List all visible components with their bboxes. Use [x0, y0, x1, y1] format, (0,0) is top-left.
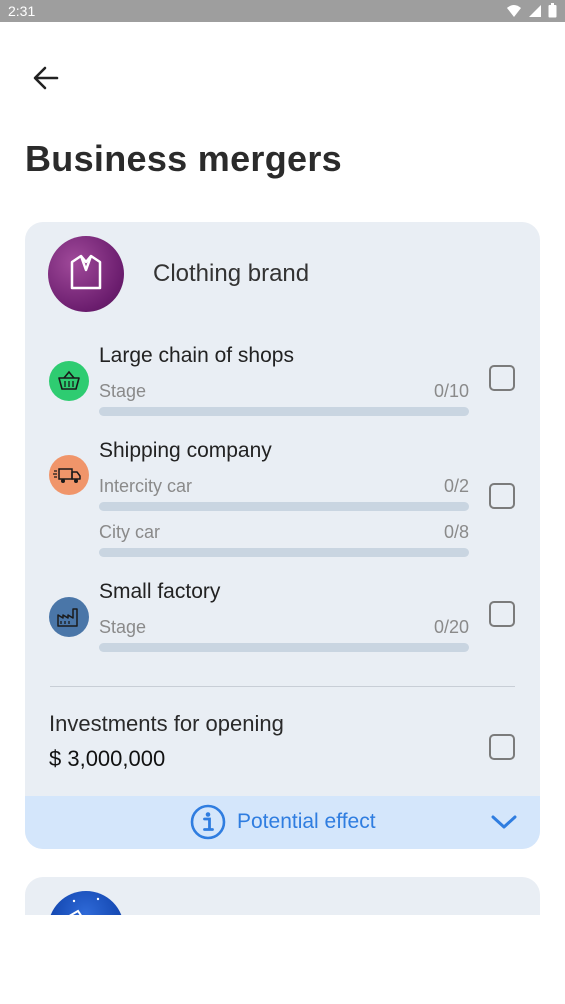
checkbox-small-factory[interactable] — [489, 601, 515, 627]
progress-bar-factory — [99, 643, 469, 652]
progress-bar — [99, 407, 469, 416]
stage-value-intercity: 0/2 — [443, 476, 469, 496]
factory-icon — [49, 597, 89, 637]
progress-bar-city — [99, 548, 469, 557]
merger-card: Clothing brand Large chain of shops Stag… — [25, 222, 540, 849]
rocket-icon — [68, 897, 100, 915]
battery-icon — [548, 3, 557, 18]
potential-effect-label: Potential effect — [237, 810, 376, 833]
info-icon — [190, 804, 226, 840]
stage-label-intercity: Intercity car — [99, 476, 193, 496]
brand-logo-next — [48, 891, 124, 915]
status-time: 2:31 — [8, 3, 36, 19]
row-title-small-factory: Small factory — [99, 580, 221, 603]
divider — [50, 686, 515, 687]
brand-logo — [48, 236, 124, 312]
row-title-shipping: Shipping company — [99, 439, 272, 462]
stage-value-factory: 0/20 — [433, 617, 469, 637]
card-name: Clothing brand — [153, 260, 310, 287]
truck-icon — [49, 455, 89, 495]
signal-icon — [529, 4, 541, 17]
investments-value: $ 3,000,000 — [49, 746, 166, 771]
stage-label: Stage — [99, 381, 147, 401]
stage-label-city: City car — [99, 522, 161, 542]
shirt-icon — [70, 254, 102, 290]
progress-bar-intercity — [99, 502, 469, 511]
back-arrow-icon[interactable] — [30, 62, 62, 94]
basket-icon — [49, 361, 89, 401]
status-bar: 2:31 — [0, 0, 565, 22]
wifi-icon — [507, 4, 521, 17]
chevron-down-icon[interactable] — [491, 812, 517, 832]
status-icons — [506, 3, 557, 18]
stage-value-city: 0/8 — [443, 522, 469, 542]
merger-card-next — [25, 877, 540, 915]
checkbox-investments[interactable] — [489, 734, 515, 760]
page-title: Business mergers — [25, 138, 342, 179]
checkbox-large-chain[interactable] — [489, 365, 515, 391]
stage-value: 0/10 — [433, 381, 469, 401]
checkbox-shipping[interactable] — [489, 483, 515, 509]
row-title-large-chain: Large chain of shops — [99, 344, 294, 367]
potential-effect-toggle[interactable]: Potential effect — [25, 796, 540, 849]
investments-label: Investments for opening — [49, 711, 284, 736]
stage-label-factory: Stage — [99, 617, 147, 637]
